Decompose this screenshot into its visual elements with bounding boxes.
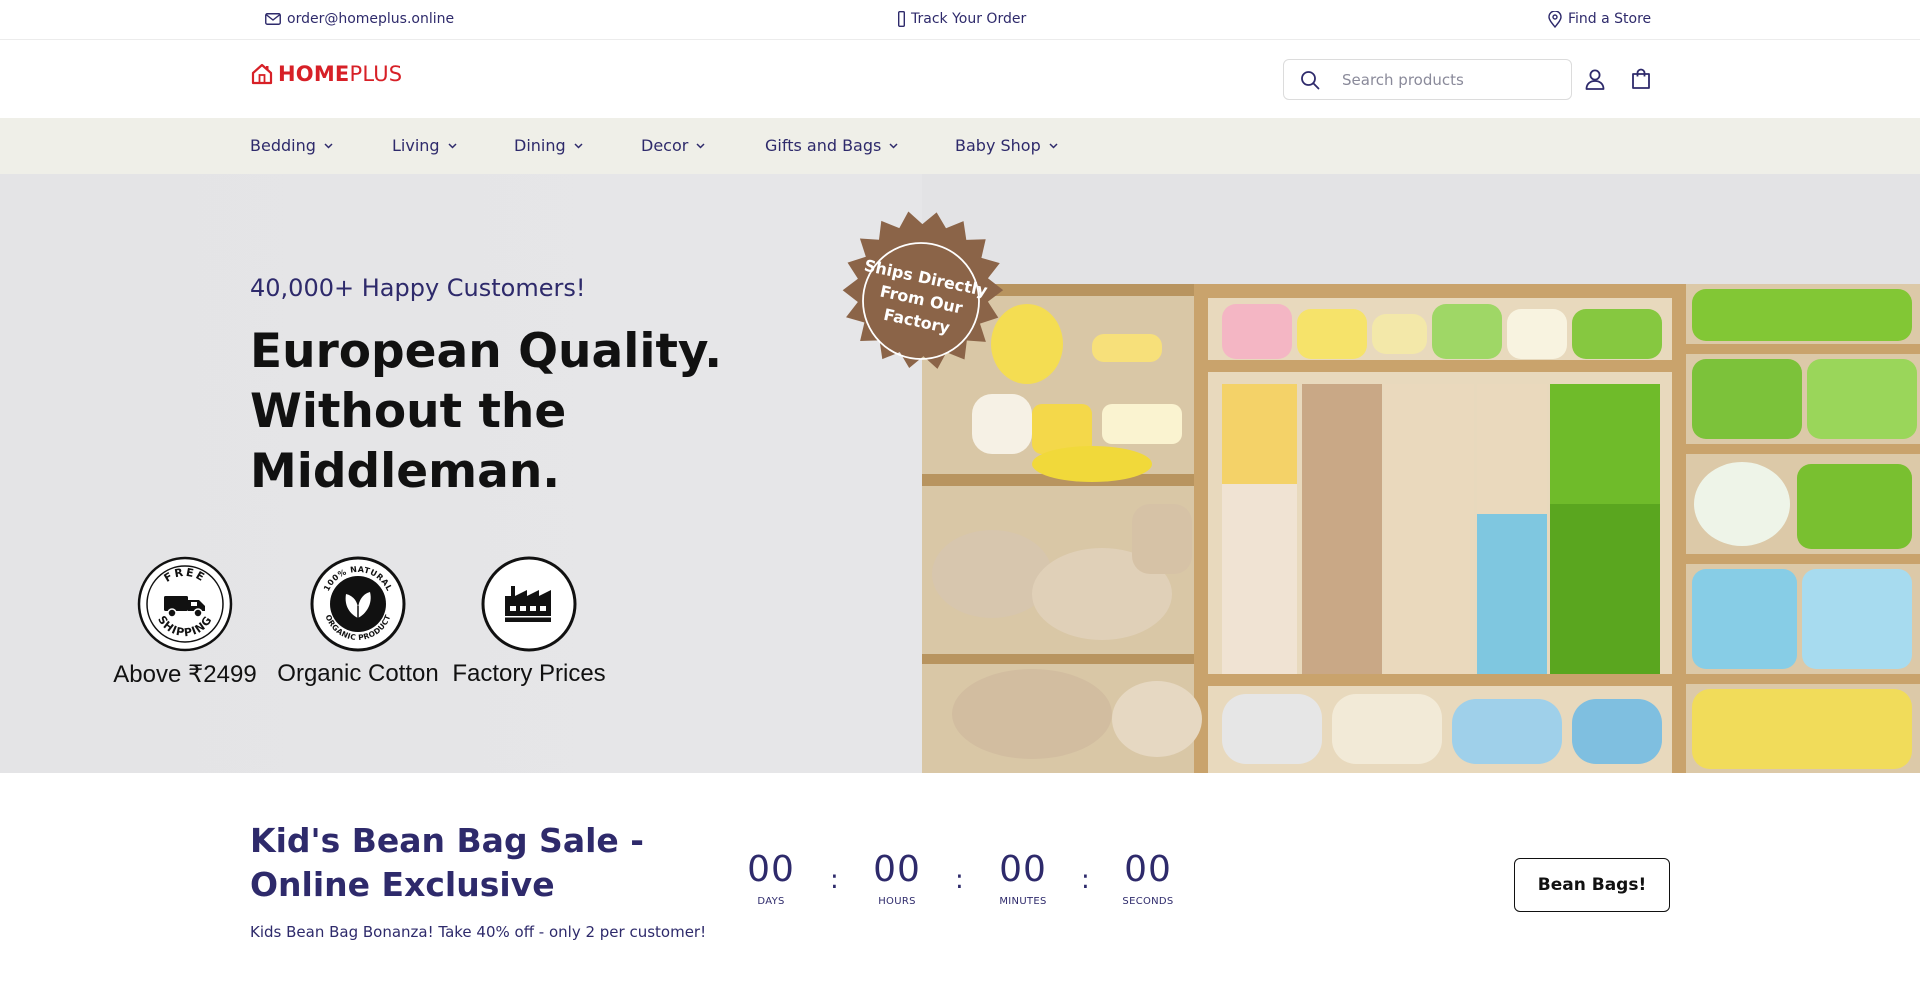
chevron-down-icon bbox=[574, 142, 583, 149]
chevron-down-icon bbox=[1049, 142, 1058, 149]
find-store-link[interactable]: Find a Store bbox=[1548, 9, 1651, 29]
countdown-label: DAYS bbox=[757, 896, 785, 907]
countdown-value: 00 bbox=[999, 849, 1047, 890]
countdown-hours: 00 HOURS bbox=[852, 849, 942, 907]
email-text: order@homeplus.online bbox=[287, 11, 455, 27]
site-header: HOMEPLUS bbox=[0, 40, 1920, 118]
hero-product-image bbox=[922, 174, 1920, 773]
countdown-minutes: 00 MINUTES bbox=[978, 849, 1068, 907]
sale-description: Kids Bean Bag Bonanza! Take 40% off - on… bbox=[250, 923, 707, 941]
hero-headline: European Quality. Without the Middleman. bbox=[250, 324, 723, 499]
nav-item-baby-shop[interactable]: Baby Shop bbox=[955, 136, 1058, 155]
chevron-down-icon bbox=[889, 142, 898, 149]
sale-title: Kid's Bean Bag Sale - Online Exclusive bbox=[250, 821, 644, 904]
countdown-days: 00 DAYS bbox=[726, 849, 816, 907]
chevron-down-icon bbox=[324, 142, 333, 149]
countdown-label: SECONDS bbox=[1122, 896, 1174, 907]
shopping-bag-icon[interactable] bbox=[1628, 66, 1654, 92]
countdown-separator: : bbox=[955, 865, 964, 895]
countdown-value: 00 bbox=[873, 849, 921, 890]
top-utility-bar: order@homeplus.online Track Your Order F… bbox=[0, 0, 1920, 40]
feature-caption: Organic Cotton bbox=[277, 660, 439, 687]
free-shipping-icon: FREE SHIPPING bbox=[137, 556, 233, 652]
house-logo-icon bbox=[251, 63, 273, 85]
logo[interactable]: HOMEPLUS bbox=[250, 62, 402, 86]
feature-organic-cotton: 100% NATURAL ORGANIC PRODUCT Organic Cot… bbox=[268, 556, 448, 688]
search-box bbox=[1283, 59, 1572, 100]
countdown-separator: : bbox=[1081, 865, 1090, 895]
countdown-value: 00 bbox=[1124, 849, 1172, 890]
nav-item-living[interactable]: Living bbox=[392, 136, 457, 155]
main-nav: Bedding Living Dining Decor Gifts and Ba… bbox=[0, 118, 1920, 174]
nav-item-bedding[interactable]: Bedding bbox=[250, 136, 333, 155]
countdown-seconds: 00 SECONDS bbox=[1103, 849, 1193, 907]
phone-icon bbox=[898, 11, 905, 27]
hero-kicker: 40,000+ Happy Customers! bbox=[250, 274, 586, 302]
feature-factory-prices: Factory Prices bbox=[439, 556, 619, 688]
track-order-link[interactable]: Track Your Order bbox=[898, 9, 1026, 29]
email-link[interactable]: order@homeplus.online bbox=[265, 9, 454, 29]
nav-item-dining[interactable]: Dining bbox=[514, 136, 583, 155]
nav-item-gifts-and-bags[interactable]: Gifts and Bags bbox=[765, 136, 898, 155]
bean-bags-button[interactable]: Bean Bags! bbox=[1514, 858, 1670, 912]
find-store-text: Find a Store bbox=[1568, 11, 1652, 27]
organic-product-icon: 100% NATURAL ORGANIC PRODUCT bbox=[310, 556, 406, 652]
factory-icon bbox=[481, 556, 577, 652]
chevron-down-icon bbox=[448, 142, 457, 149]
mail-icon bbox=[265, 13, 281, 25]
countdown-value: 00 bbox=[747, 849, 795, 890]
hero-banner: 40,000+ Happy Customers! European Qualit… bbox=[0, 174, 1920, 773]
chevron-down-icon bbox=[696, 142, 705, 149]
feature-caption: Factory Prices bbox=[452, 660, 606, 687]
account-icon[interactable] bbox=[1582, 66, 1608, 92]
countdown-label: MINUTES bbox=[999, 896, 1047, 907]
search-input[interactable] bbox=[1342, 70, 1562, 89]
feature-caption: Above ₹2499 bbox=[113, 661, 257, 688]
logo-wordmark: HOMEPLUS bbox=[278, 62, 403, 86]
countdown-label: HOURS bbox=[878, 896, 916, 907]
nav-item-decor[interactable]: Decor bbox=[641, 136, 705, 155]
ships-direct-stamp: Ships Directly From Our Factory bbox=[842, 211, 1004, 369]
countdown-separator: : bbox=[830, 865, 839, 895]
track-order-text: Track Your Order bbox=[911, 11, 1027, 27]
map-pin-icon bbox=[1548, 10, 1562, 28]
search-icon[interactable] bbox=[1284, 70, 1336, 90]
sale-section: Kid's Bean Bag Sale - Online Exclusive K… bbox=[0, 773, 1920, 993]
feature-free-shipping: FREE SHIPPING Above ₹2499 bbox=[95, 556, 275, 689]
